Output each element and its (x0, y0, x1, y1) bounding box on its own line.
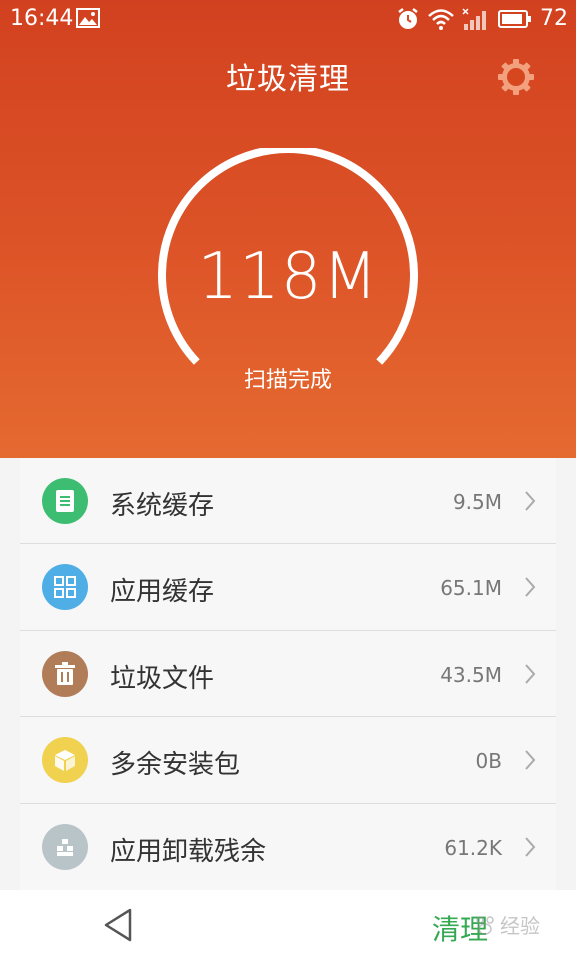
item-size: 43.5M (440, 662, 502, 687)
grid-icon (42, 564, 88, 611)
battery-icon (498, 9, 531, 28)
chevron-right-icon (525, 577, 536, 598)
list-item-junk-files[interactable]: 垃圾文件 43.5M (20, 631, 556, 718)
item-label: 多余安装包 (110, 750, 241, 781)
item-label: 系统缓存 (110, 491, 215, 521)
paw-icon (476, 915, 494, 935)
item-size: 0B (475, 749, 502, 774)
chevron-right-icon (525, 836, 536, 857)
item-label: 应用卸载残余 (110, 836, 267, 867)
junk-size-value: 118M (197, 240, 379, 314)
image-icon (76, 8, 100, 28)
item-label: 应用缓存 (110, 577, 215, 608)
chevron-right-icon (525, 664, 536, 684)
status-time: 16:44 (10, 6, 74, 31)
battery-level: 72 (540, 6, 568, 31)
list-item-system-cache[interactable]: 系统缓存 9.5M (20, 458, 556, 545)
chevron-right-icon (525, 750, 536, 770)
list-item-extra-packages[interactable]: 多余安装包 0B (20, 717, 556, 804)
status-bar: 16:44 72 (0, 0, 576, 38)
residue-icon (42, 823, 88, 870)
junk-category-list: 系统缓存 9.5M 应用缓存 65.1M 垃圾文件 43.5M 多余安装包 0B… (20, 458, 556, 890)
trash-icon (42, 650, 88, 697)
bottom-bar: 清理 经验 (0, 890, 576, 960)
list-item-uninstall-residue[interactable]: 应用卸载残余 61.2K (20, 804, 556, 890)
list-item-app-cache[interactable]: 应用缓存 65.1M (20, 544, 556, 631)
watermark: 经验 (474, 910, 540, 939)
signal-icon (462, 7, 486, 30)
document-icon (42, 478, 88, 524)
wifi-icon (428, 8, 454, 30)
item-size: 61.2K (444, 835, 502, 860)
gear-icon[interactable] (496, 57, 536, 97)
back-triangle-icon[interactable] (100, 906, 136, 944)
item-size: 65.1M (440, 576, 502, 601)
item-label: 垃圾文件 (110, 663, 215, 694)
package-icon (42, 737, 88, 784)
watermark-text: 经验 (500, 914, 540, 938)
alarm-icon (398, 7, 418, 29)
status-icons: 72 (396, 6, 568, 31)
chevron-right-icon (525, 491, 536, 511)
scan-status: 扫描完成 (243, 368, 332, 393)
page-title: 垃圾清理 (226, 62, 350, 97)
item-size: 9.5M (452, 490, 502, 514)
header-hero: 16:44 72 垃圾清理 118M 扫描完成 (0, 0, 576, 458)
